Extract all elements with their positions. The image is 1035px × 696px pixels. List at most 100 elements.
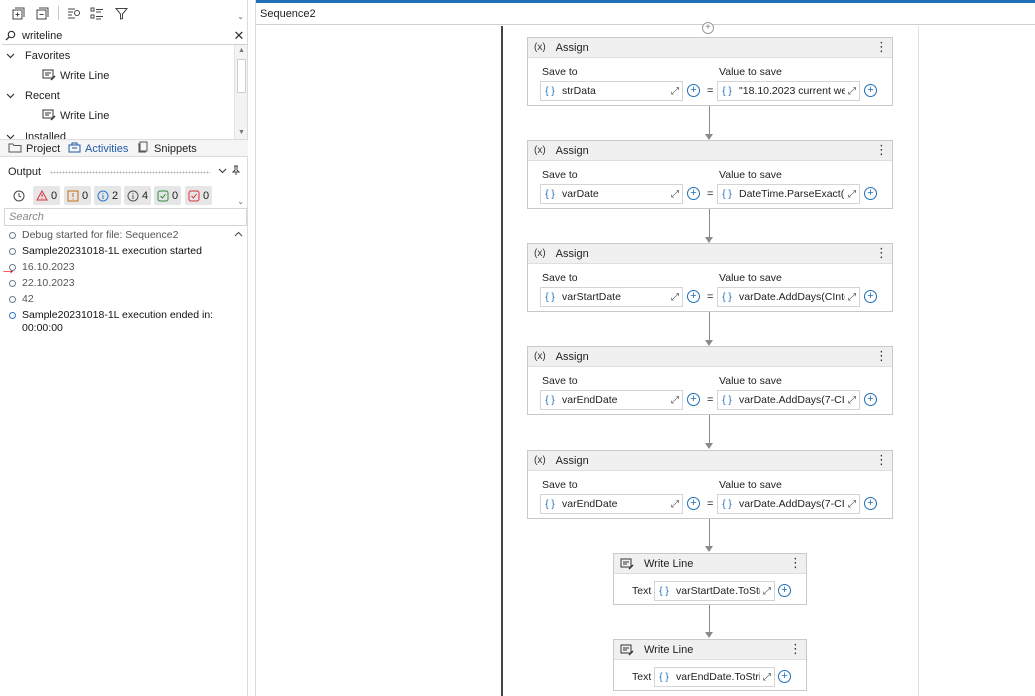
save-to-field[interactable]: { } varStartDate ⤢	[540, 287, 683, 307]
expand-icon[interactable]: ⤢	[760, 672, 774, 683]
assign-activity[interactable]: (x) Assign ⋮ Save to Value to save { } v…	[527, 140, 893, 209]
expression-icon: { }	[545, 498, 555, 510]
assign-activity[interactable]: (x) Assign ⋮ Save to Value to save { } v…	[527, 243, 893, 312]
tree-item-write-line[interactable]: Write Line	[42, 68, 109, 84]
tree-category-recent[interactable]: Recent	[6, 88, 60, 104]
failed-filter-button[interactable]: 0	[185, 186, 212, 205]
assign-activity[interactable]: (x) Assign ⋮ Save to Value to save { } s…	[527, 37, 893, 106]
assign-activity[interactable]: (x) Assign ⋮ Save to Value to save { } v…	[527, 450, 893, 519]
expand-icon[interactable]: ⤢	[668, 86, 682, 97]
chevron-down-icon[interactable]	[6, 91, 18, 101]
save-to-field[interactable]: { } varEndDate ⤢	[540, 390, 683, 410]
value-field[interactable]: { } varDate.AddDays(7-CI( ⤢	[717, 494, 860, 514]
overflow-icon[interactable]: ⌄	[237, 12, 244, 21]
log-entry[interactable]: Sample20231018-1L execution started	[9, 245, 202, 257]
save-to-field[interactable]: { } varEndDate ⤢	[540, 494, 683, 514]
expand-icon[interactable]: ⤢	[668, 292, 682, 303]
write-line-activity[interactable]: Write Line ⋮ Text { } varStartDate.ToStr…	[613, 553, 807, 605]
field-value: varEndDate	[562, 394, 618, 406]
snippets-icon	[137, 141, 150, 156]
success-filter-button[interactable]: 0	[154, 186, 181, 205]
save-to-field[interactable]: { } varDate ⤢	[540, 184, 683, 204]
chevron-down-icon[interactable]	[6, 51, 18, 61]
add-variable-icon[interactable]: +	[864, 290, 877, 303]
list-view-icon[interactable]	[89, 5, 105, 21]
expand-icon[interactable]: ⤢	[668, 499, 682, 510]
tree-scrollbar[interactable]: ▲ ▼	[234, 45, 247, 139]
errors-filter-button[interactable]: 0	[33, 186, 60, 205]
add-variable-icon[interactable]: +	[864, 497, 877, 510]
expression-icon: { }	[659, 671, 669, 683]
activity-search-input[interactable]: writeline	[18, 30, 231, 42]
log-entry[interactable]: 22.10.2023	[9, 277, 75, 289]
chevron-down-icon[interactable]	[218, 166, 227, 176]
expand-all-icon[interactable]	[10, 5, 26, 21]
add-variable-icon[interactable]: +	[687, 187, 700, 200]
scroll-thumb[interactable]	[237, 59, 246, 93]
overflow-icon[interactable]: ⌄	[237, 197, 244, 206]
collapse-all-icon[interactable]	[34, 5, 50, 21]
pin-icon[interactable]	[231, 165, 241, 179]
expand-icon[interactable]: ⤢	[845, 86, 859, 97]
more-options-icon[interactable]: ⋮	[875, 143, 888, 157]
log-entry[interactable]: 42	[9, 293, 34, 305]
warnings-filter-button[interactable]: 0	[64, 186, 91, 205]
save-to-field[interactable]: { } strData ⤢	[540, 81, 683, 101]
add-variable-icon[interactable]: +	[864, 84, 877, 97]
log-entry[interactable]: Debug started for file: Sequence2	[9, 229, 178, 241]
tree-item-write-line[interactable]: Write Line	[42, 108, 109, 124]
connector-line	[709, 209, 710, 239]
output-log-list: → Debug started for file: Sequence2 Samp…	[0, 227, 248, 696]
activity-search-icon[interactable]	[66, 5, 82, 21]
add-variable-icon[interactable]: +	[778, 584, 791, 597]
document-tab-sequence2[interactable]: Sequence2	[256, 3, 1035, 25]
tab-project[interactable]: Project	[8, 141, 60, 156]
add-variable-icon[interactable]: +	[864, 393, 877, 406]
expand-icon[interactable]: ⤢	[845, 292, 859, 303]
write-line-activity[interactable]: Write Line ⋮ Text { } varEndDate.ToStri …	[613, 639, 807, 691]
expand-icon[interactable]: ⤢	[845, 189, 859, 200]
more-options-icon[interactable]: ⋮	[789, 556, 802, 570]
more-options-icon[interactable]: ⋮	[875, 40, 888, 54]
value-field[interactable]: { } varDate.AddDays(7-CI( ⤢	[717, 390, 860, 410]
add-variable-icon[interactable]: +	[687, 497, 700, 510]
equals-sign: =	[707, 394, 714, 406]
filter-icon[interactable]	[113, 5, 129, 21]
chevron-up-icon[interactable]	[234, 229, 243, 239]
tab-snippets[interactable]: Snippets	[137, 141, 197, 156]
add-variable-icon[interactable]: +	[687, 393, 700, 406]
output-search-input[interactable]: Search	[4, 208, 247, 226]
value-field[interactable]: { } varDate.AddDays(CInt( ⤢	[717, 287, 860, 307]
add-variable-icon[interactable]: +	[864, 187, 877, 200]
add-variable-icon[interactable]: +	[687, 84, 700, 97]
scroll-down-icon[interactable]: ▼	[236, 128, 247, 138]
expand-icon[interactable]: ⤢	[845, 499, 859, 510]
expand-icon[interactable]: ⤢	[668, 395, 682, 406]
more-options-icon[interactable]: ⋮	[875, 453, 888, 467]
log-entry[interactable]: Sample20231018-1L execution ended in:	[9, 309, 213, 321]
text-field[interactable]: { } varEndDate.ToStri ⤢	[654, 667, 775, 687]
expand-icon[interactable]: ⤢	[845, 395, 859, 406]
value-field[interactable]: { } "18.10.2023 current we ⤢	[717, 81, 860, 101]
info-filter-button[interactable]: 2	[94, 186, 121, 205]
value-field[interactable]: { } DateTime.ParseExact(S ⤢	[717, 184, 860, 204]
tree-category-installed[interactable]: Installed	[6, 129, 66, 139]
tree-category-favorites[interactable]: Favorites	[6, 48, 70, 64]
text-field[interactable]: { } varStartDate.ToStri ⤢	[654, 581, 775, 601]
add-activity-icon[interactable]: +	[702, 22, 714, 34]
assign-activity[interactable]: (x) Assign ⋮ Save to Value to save { } v…	[527, 346, 893, 415]
expand-icon[interactable]: ⤢	[668, 189, 682, 200]
chevron-down-icon[interactable]	[6, 132, 18, 139]
more-options-icon[interactable]: ⋮	[789, 642, 802, 656]
more-options-icon[interactable]: ⋮	[875, 246, 888, 260]
log-entry[interactable]: 16.10.2023	[9, 261, 75, 273]
more-options-icon[interactable]: ⋮	[875, 349, 888, 363]
clear-search-icon[interactable]: ✕	[231, 28, 247, 44]
expand-icon[interactable]: ⤢	[760, 586, 774, 597]
add-variable-icon[interactable]: +	[687, 290, 700, 303]
tab-activities[interactable]: Activities	[68, 141, 128, 156]
clock-icon[interactable]	[9, 186, 29, 205]
add-variable-icon[interactable]: +	[778, 670, 791, 683]
scroll-up-icon[interactable]: ▲	[236, 46, 247, 56]
trace-filter-button[interactable]: 4	[124, 186, 151, 205]
